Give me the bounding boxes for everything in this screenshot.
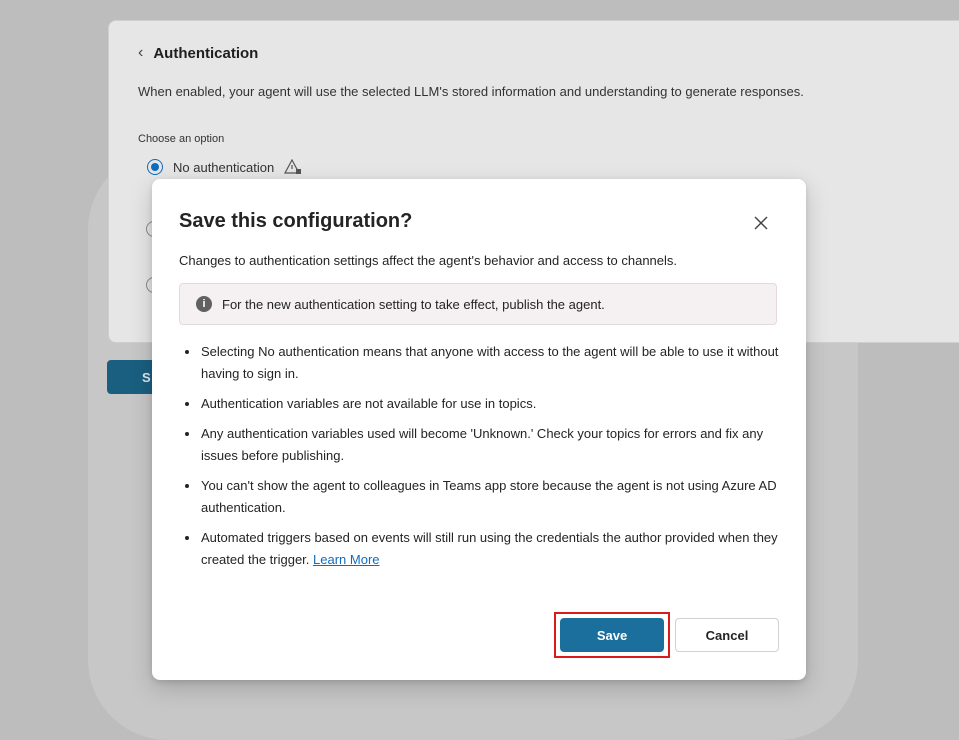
info-message: For the new authentication setting to ta… [222,296,605,312]
dialog-title: Save this configuration? [179,210,413,232]
list-item: Automated triggers based on events will … [179,527,779,571]
cancel-button[interactable]: Cancel [675,618,779,652]
dialog-subtitle: Changes to authentication settings affec… [179,253,678,268]
list-item-text: You can't show the agent to colleagues i… [201,478,777,515]
page-description: When enabled, your agent will use the se… [138,84,804,99]
breadcrumb: ‹ Authentication [138,44,258,62]
warning-list: Selecting No authentication means that a… [179,341,779,579]
list-item-text: Authentication variables are not availab… [201,396,537,411]
list-item: Any authentication variables used will b… [179,423,779,467]
list-item-text: Any authentication variables used will b… [201,426,764,463]
close-icon[interactable] [750,212,772,234]
learn-more-link[interactable]: Learn More [313,552,379,567]
list-item-text: Selecting No authentication means that a… [201,344,779,381]
save-button[interactable]: Save [560,618,664,652]
radio-selected-icon[interactable] [147,159,163,175]
info-message-bar: i For the new authentication setting to … [179,283,777,325]
list-item: Authentication variables are not availab… [179,393,779,415]
list-item-text: Automated triggers based on events will … [201,530,778,567]
save-configuration-dialog: Save this configuration? Changes to auth… [152,179,806,680]
radio-label: No authentication [173,159,275,175]
list-item: You can't show the agent to colleagues i… [179,475,779,519]
page-save-label: S [142,369,151,385]
info-icon: i [196,296,212,312]
back-chevron-icon[interactable]: ‹ [138,44,143,62]
list-item: Selecting No authentication means that a… [179,341,779,385]
page-title: Authentication [153,44,259,62]
warning-icon [284,159,302,174]
choose-option-label: Choose an option [138,133,225,145]
radio-no-authentication[interactable]: No authentication [147,159,302,175]
